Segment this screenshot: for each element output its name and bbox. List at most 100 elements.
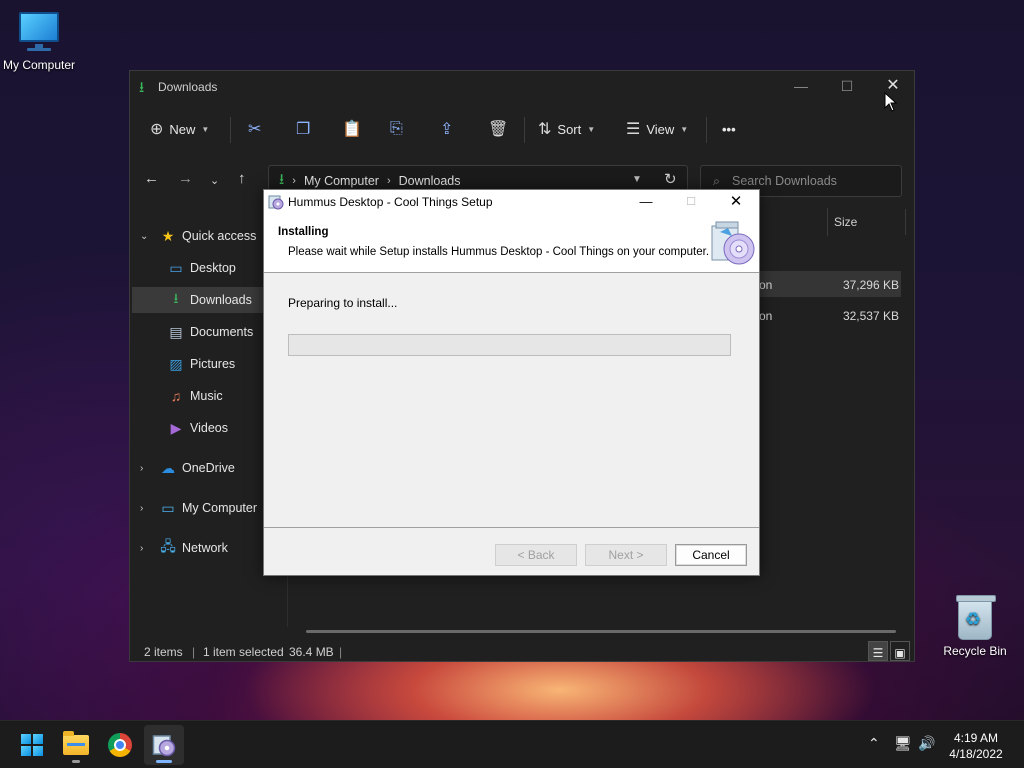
copy-icon: ❐	[296, 121, 311, 138]
volume-icon[interactable]: 🔊	[918, 735, 935, 752]
command-bar: ⊕ New ▼ ✂ ❐ 📋 ⎘ ⇪ 🗑 ⇅ Sort ▼ ☰ View ▼ ••…	[130, 107, 914, 151]
back-button: < Back	[495, 544, 577, 566]
view-button[interactable]: ☰ View ▼	[626, 113, 688, 145]
breadcrumb-downloads[interactable]: Downloads	[399, 174, 461, 188]
chevron-down-icon: ▼	[201, 124, 210, 134]
setup-app-icon	[268, 195, 284, 210]
setup-header: Installing Please wait while Setup insta…	[264, 214, 759, 273]
rename-button[interactable]: ⎘	[390, 113, 403, 145]
details-view-button[interactable]: ☰	[868, 641, 888, 661]
cancel-button[interactable]: Cancel	[675, 544, 747, 566]
tiles-view-button[interactable]: ▣	[890, 641, 910, 661]
status-size: 36.4 MB	[289, 645, 334, 659]
file-size: 32,537 KB	[842, 309, 899, 323]
plus-circle-icon: ⊕	[150, 121, 164, 138]
view-label: View	[646, 121, 675, 137]
network-icon: 🖧	[160, 538, 176, 554]
horizontal-scrollbar[interactable]	[306, 630, 896, 633]
install-progress-bar	[288, 334, 731, 356]
setup-body: Preparing to install...	[264, 274, 759, 528]
music-icon: ♫	[170, 388, 182, 404]
sort-button[interactable]: ⇅ Sort ▼	[538, 113, 595, 145]
window-title: Downloads	[158, 80, 218, 94]
share-icon: ⇪	[440, 121, 454, 138]
status-separator: |	[339, 645, 343, 659]
column-header-size[interactable]: Size	[827, 208, 907, 236]
share-button[interactable]: ⇪	[440, 113, 453, 145]
desktop-icon-recycle-bin[interactable]: ♻ Recycle Bin	[936, 595, 1014, 658]
more-options-button[interactable]: •••	[722, 113, 736, 145]
status-selection: 1 item selected	[203, 645, 284, 659]
details-view-icon: ☰	[872, 646, 884, 660]
maximize-button: ☐	[686, 196, 696, 208]
view-list-icon: ☰	[626, 121, 641, 138]
setup-titlebar[interactable]: Hummus Desktop - Cool Things Setup — ☐ ✕	[264, 190, 759, 214]
clock-time: 4:19 AM	[953, 731, 999, 745]
refresh-icon[interactable]: ↻	[664, 170, 677, 188]
sort-label: Sort	[557, 121, 582, 137]
maximize-button[interactable]: ☐	[824, 71, 870, 101]
recycle-bin-icon: ♻	[956, 595, 996, 640]
setup-dialog: Hummus Desktop - Cool Things Setup — ☐ ✕…	[263, 189, 760, 576]
breadcrumb-separator-icon: ›	[292, 175, 296, 187]
desktop-icon-label: My Computer	[2, 58, 76, 72]
system-clock[interactable]: 4:19 AM 4/18/2022	[940, 730, 1012, 762]
file-size: 37,296 KB	[842, 278, 899, 292]
new-label: New	[169, 121, 196, 137]
chevron-down-icon: ⌄	[140, 230, 149, 242]
chevron-right-icon: ›	[140, 502, 144, 514]
explorer-titlebar[interactable]: ⭳ Downloads — ☐ ✕	[130, 71, 914, 103]
up-arrow-icon[interactable]: ↑	[238, 170, 246, 187]
setup-window-title: Hummus Desktop - Cool Things Setup	[288, 195, 493, 209]
desktop-icon-label: Recycle Bin	[943, 644, 1007, 658]
sort-icon: ⇅	[538, 121, 552, 138]
video-icon: ▶	[170, 419, 182, 436]
forward-arrow-icon[interactable]: →	[178, 170, 193, 187]
monitor-icon	[17, 10, 61, 54]
copy-button[interactable]: ❐	[296, 113, 310, 145]
search-input[interactable]	[732, 174, 883, 188]
taskbar: ⌃ 🖥 🔊 4:19 AM 4/18/2022	[0, 720, 1024, 768]
network-icon[interactable]: 🖥	[894, 735, 912, 752]
status-separator: |	[192, 645, 196, 659]
download-icon: ⭳	[139, 79, 145, 96]
new-button[interactable]: ⊕ New ▼	[150, 113, 209, 145]
mouse-cursor-icon	[884, 92, 898, 112]
taskbar-chrome[interactable]	[100, 725, 140, 765]
chevron-right-icon: ›	[140, 542, 144, 554]
desktop-icon-my-computer[interactable]: My Computer	[0, 10, 78, 72]
page-subtitle: Please wait while Setup installs Hummus …	[288, 246, 710, 258]
taskbar-file-explorer[interactable]	[56, 725, 96, 765]
recent-locations-chevron-icon[interactable]: ⌄	[210, 174, 219, 187]
minimize-button[interactable]: —	[624, 190, 668, 214]
desktop-icon: ▭	[169, 259, 183, 276]
windows-logo-icon	[21, 734, 43, 756]
page-title: Installing	[278, 226, 329, 238]
search-icon: ⌕	[713, 173, 721, 188]
computer-icon: ▭	[161, 499, 175, 516]
address-dropdown-icon[interactable]: ▼	[632, 174, 642, 185]
folder-icon	[63, 731, 89, 755]
chevron-down-icon: ▼	[587, 124, 596, 134]
file-type: on	[759, 309, 773, 323]
rename-icon: ⎘	[390, 120, 403, 137]
install-status-text: Preparing to install...	[288, 296, 398, 310]
next-button: Next >	[585, 544, 667, 566]
file-type: on	[759, 278, 773, 292]
close-button[interactable]: ✕	[714, 190, 758, 214]
start-button[interactable]	[12, 725, 52, 765]
breadcrumb-separator-icon: ›	[386, 175, 391, 187]
cut-button[interactable]: ✂	[248, 113, 261, 145]
delete-button[interactable]: 🗑	[488, 113, 508, 145]
show-hidden-icons-chevron-icon[interactable]: ⌃	[868, 735, 880, 752]
status-item-count: 2 items	[144, 645, 183, 659]
paste-button[interactable]: 📋	[342, 113, 362, 145]
chrome-icon	[108, 733, 132, 757]
taskbar-setup[interactable]	[144, 725, 184, 765]
minimize-button[interactable]: —	[778, 71, 824, 101]
setup-app-icon	[152, 735, 176, 757]
back-arrow-icon[interactable]: ←	[144, 170, 159, 187]
chevron-right-icon: ›	[140, 462, 144, 474]
breadcrumb-my-computer[interactable]: My Computer	[304, 174, 379, 188]
chevron-down-icon: ▼	[680, 124, 689, 134]
